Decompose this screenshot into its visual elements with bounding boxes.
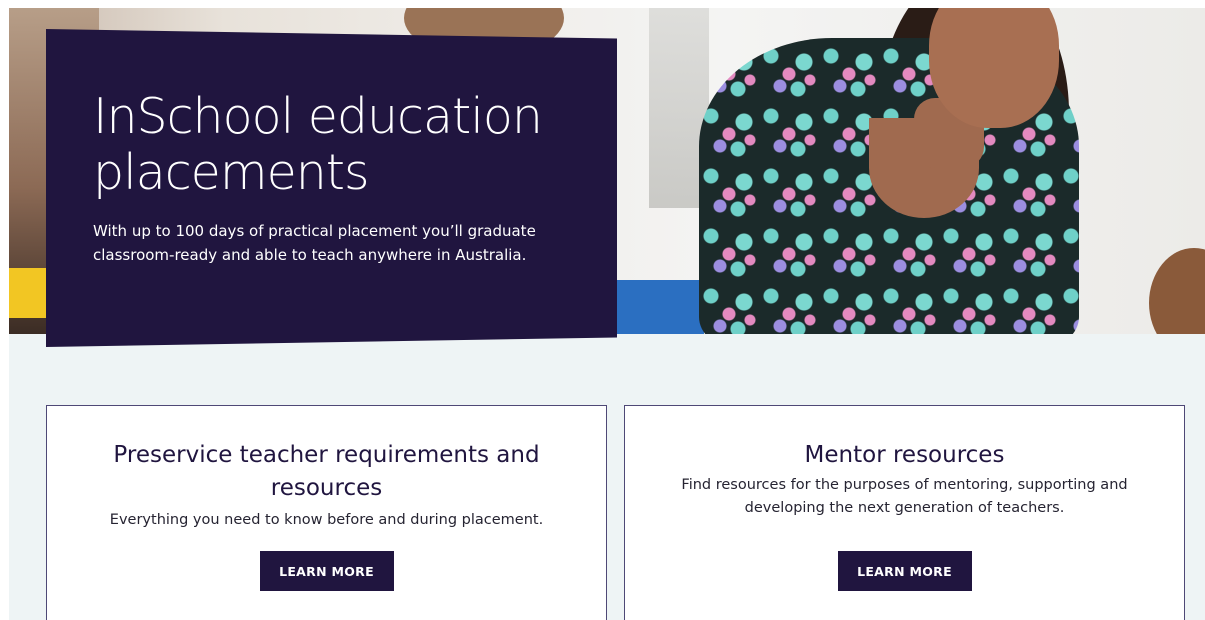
hero-subtitle: With up to 100 days of practical placeme…: [93, 222, 536, 264]
card-description: Everything you need to know before and d…: [109, 512, 544, 528]
card-title: Preservice teacher requirements and reso…: [113, 442, 540, 501]
hero-panel: InSchool education placements With up to…: [46, 29, 617, 347]
hero-photo-blue-object: [614, 280, 704, 334]
hero-title: InSchool education placements: [93, 88, 543, 201]
card-preservice-teacher: Preservice teacher requirements and reso…: [46, 405, 607, 620]
learn-more-button[interactable]: LEARN MORE: [259, 551, 394, 591]
card-title: Mentor resources: [804, 442, 1005, 468]
card-mentor-resources: Mentor resources Find resources for the …: [624, 405, 1185, 620]
card-description: Find resources for the purposes of mento…: [681, 477, 1128, 516]
hero-photo-child-head: [1149, 248, 1205, 334]
hero-photo-yellow-object: [9, 268, 49, 318]
learn-more-button[interactable]: LEARN MORE: [837, 551, 972, 591]
hero-photo-teacher-face: [929, 8, 1059, 128]
page-frame: InSchool education placements With up to…: [9, 8, 1205, 620]
